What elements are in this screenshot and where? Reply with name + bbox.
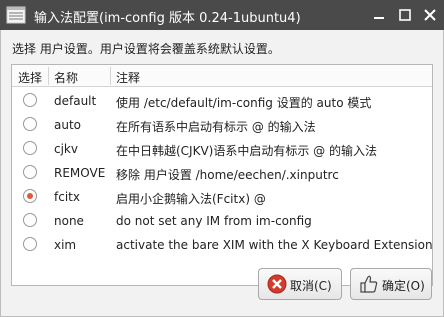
column-divider [110, 67, 111, 85]
list-item[interactable]: default 使用 /etc/default/im-config 设置的 au… [12, 89, 432, 113]
close-icon[interactable] [421, 6, 439, 24]
column-header-name[interactable]: 名称 [54, 69, 78, 86]
list-item[interactable]: REMOVE 移除 用户设置 /home/eechen/.xinputrc [12, 161, 432, 185]
column-divider [48, 67, 49, 85]
im-name: fcitx [54, 190, 80, 204]
im-description: activate the bare XIM with the X Keyboar… [116, 238, 433, 252]
radio-button[interactable] [23, 141, 37, 155]
radio-button[interactable] [23, 189, 37, 203]
cancel-label: 取消(C) [290, 279, 332, 293]
cancel-icon [267, 274, 287, 294]
ok-label: 确定(O) [382, 279, 425, 293]
radio-button[interactable] [23, 117, 37, 131]
im-name: none [54, 214, 84, 228]
column-header-comment[interactable]: 注释 [116, 69, 140, 86]
list-item[interactable]: fcitx 启用小企鹅输入法(Fcitx) @ [12, 185, 432, 209]
title-bar[interactable]: 输入法配置(im-config 版本 0.24-1ubuntu4) [0, 0, 444, 30]
maximize-icon[interactable] [396, 6, 414, 24]
window-list-icon [6, 6, 26, 24]
list-item[interactable]: auto 在所有语系中启动有标示 @ 的输入法 [12, 113, 432, 137]
im-name: REMOVE [54, 166, 106, 180]
list-header: 选择 名称 注释 [12, 65, 432, 87]
input-method-list[interactable]: 选择 名称 注释 default 使用 /etc/default/im-conf… [11, 64, 433, 286]
thumbs-up-icon [360, 275, 378, 293]
column-header-select[interactable]: 选择 [18, 69, 42, 86]
list-item[interactable]: none do not set any IM from im-config [12, 209, 432, 233]
im-description: 启用小企鹅输入法(Fcitx) @ [116, 192, 266, 206]
radio-button[interactable] [23, 237, 37, 251]
radio-button[interactable] [23, 93, 37, 107]
dialog-body: 选择 用户设置。用户设置将会覆盖系统默认设置。 选择 名称 注释 default… [0, 30, 444, 317]
im-name: default [54, 94, 97, 108]
window-title: 输入法配置(im-config 版本 0.24-1ubuntu4) [34, 11, 301, 26]
im-description: 在所有语系中启动有标示 @ 的输入法 [116, 120, 316, 134]
im-name: cjkv [54, 142, 78, 156]
ok-button[interactable]: 确定(O) [350, 268, 432, 300]
im-description: do not set any IM from im-config [116, 214, 312, 228]
list-item[interactable]: cjkv 在中日韩越(CJKV)语系中启动有标示 @ 的输入法 [12, 137, 432, 161]
list-item[interactable]: xim activate the bare XIM with the X Key… [12, 233, 433, 257]
im-name: auto [54, 118, 82, 132]
im-description: 使用 /etc/default/im-config 设置的 auto 模式 [116, 96, 372, 110]
cancel-button[interactable]: 取消(C) [258, 268, 342, 300]
im-description: 在中日韩越(CJKV)语系中启动有标示 @ 的输入法 [116, 144, 377, 158]
minimize-icon[interactable] [370, 6, 388, 24]
instruction-text: 选择 用户设置。用户设置将会覆盖系统默认设置。 [12, 42, 280, 56]
im-description: 移除 用户设置 /home/eechen/.xinputrc [116, 168, 339, 182]
radio-button[interactable] [23, 213, 37, 227]
radio-button[interactable] [23, 165, 37, 179]
im-name: xim [54, 238, 77, 252]
